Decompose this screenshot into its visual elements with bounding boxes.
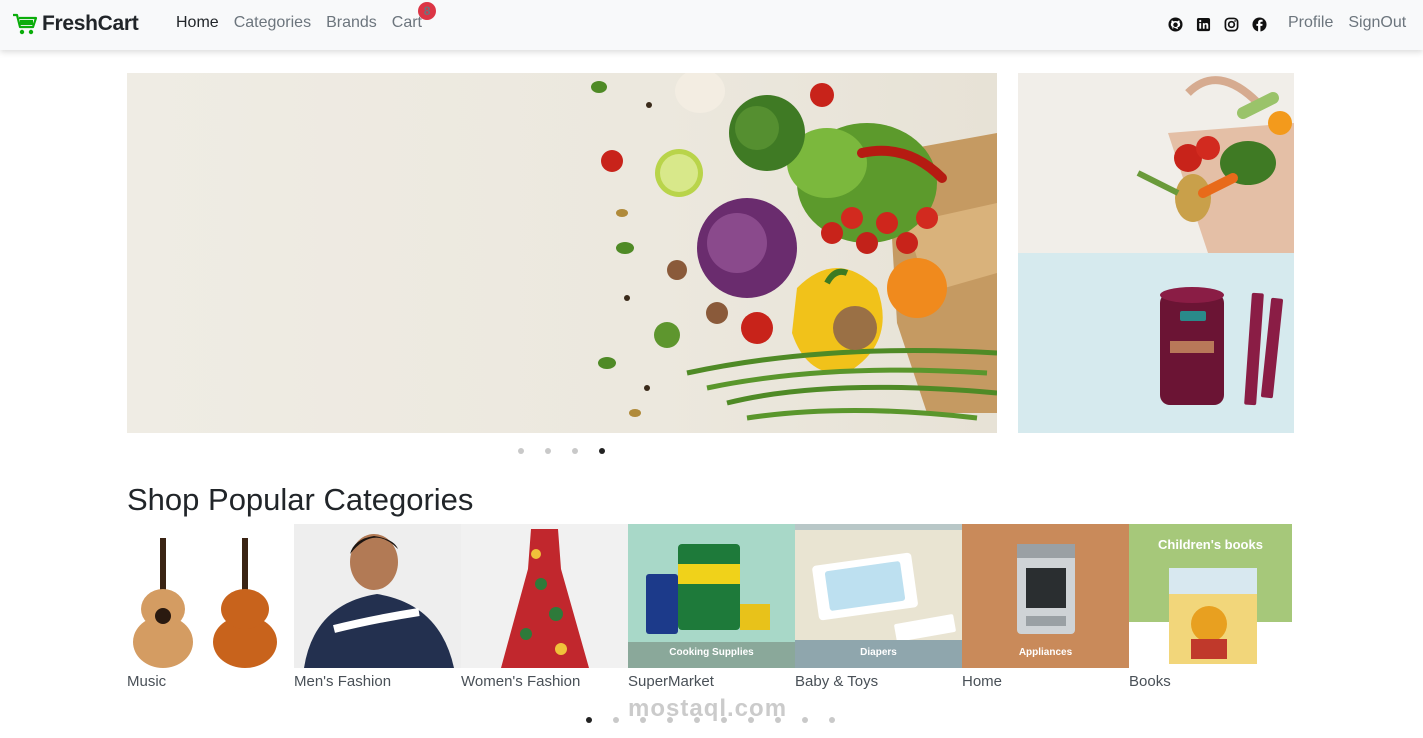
hero-slider-image[interactable] bbox=[127, 73, 997, 433]
nav-profile[interactable]: Profile bbox=[1288, 14, 1333, 32]
category-label: Books bbox=[1129, 673, 1171, 690]
vegetables-illustration bbox=[591, 73, 997, 421]
slide-dot[interactable] bbox=[829, 717, 835, 723]
category-label: Women's Fashion bbox=[461, 673, 581, 690]
category-image-womens-fashion bbox=[461, 524, 628, 668]
slide-dot[interactable] bbox=[802, 717, 808, 723]
navbar: FreshCart Home Categories Brands Cart 8 … bbox=[0, 0, 1423, 50]
category-card[interactable]: Men's Fashion bbox=[294, 524, 461, 690]
brand-name: FreshCart bbox=[42, 12, 139, 35]
slide-dot-active[interactable] bbox=[586, 717, 592, 723]
instagram-icon[interactable] bbox=[1224, 17, 1239, 32]
category-image-caption: Diapers bbox=[860, 647, 897, 658]
github-icon[interactable] bbox=[1168, 17, 1183, 32]
category-label: Home bbox=[962, 673, 1003, 690]
category-label: Baby & Toys bbox=[795, 673, 879, 690]
category-card[interactable]: Music bbox=[127, 524, 294, 690]
grocery-bag-illustration bbox=[1136, 76, 1294, 253]
wafer-rolls-illustration bbox=[1160, 287, 1283, 406]
nav-categories[interactable]: Categories bbox=[234, 14, 311, 32]
slide-dot[interactable] bbox=[518, 448, 524, 454]
social-links bbox=[1168, 17, 1267, 32]
promo-image-wafer-rolls[interactable] bbox=[1018, 253, 1294, 433]
category-label: SuperMarket bbox=[628, 673, 714, 690]
slide-dot[interactable] bbox=[545, 448, 551, 454]
nav-brands[interactable]: Brands bbox=[326, 14, 377, 32]
category-label: Men's Fashion bbox=[294, 673, 392, 690]
category-image-baby-toys: Diapers bbox=[795, 524, 962, 668]
category-card[interactable]: Cooking Supplies SuperMarket bbox=[628, 524, 795, 690]
category-card[interactable]: Appliances Home bbox=[962, 524, 1129, 690]
brand-logo[interactable]: FreshCart bbox=[12, 12, 139, 36]
watermark: mostaql.com bbox=[628, 695, 788, 722]
slide-dot[interactable] bbox=[572, 448, 578, 454]
cart-logo-icon bbox=[13, 13, 38, 35]
category-image-mens-fashion bbox=[294, 524, 461, 668]
account-nav: Profile SignOut bbox=[1288, 14, 1406, 32]
main-nav: Home Categories Brands Cart 8 bbox=[176, 2, 437, 32]
hero-slider-dots bbox=[518, 448, 605, 454]
category-image-caption: Appliances bbox=[1018, 647, 1073, 658]
linkedin-icon[interactable] bbox=[1196, 17, 1211, 32]
category-image-supermarket: Cooking Supplies bbox=[628, 524, 795, 668]
category-card[interactable]: Diapers Baby & Toys bbox=[795, 524, 962, 690]
category-label: Music bbox=[127, 673, 167, 690]
nav-signout[interactable]: SignOut bbox=[1348, 14, 1406, 32]
category-card[interactable]: Children's books Books bbox=[1129, 524, 1292, 690]
category-image-home: Appliances bbox=[962, 524, 1129, 668]
slide-dot-active[interactable] bbox=[599, 448, 605, 454]
facebook-icon[interactable] bbox=[1252, 17, 1267, 32]
category-card[interactable]: Women's Fashion bbox=[461, 524, 628, 690]
category-image-caption: Cooking Supplies bbox=[669, 647, 754, 658]
promo-image-grocery-bag[interactable] bbox=[1018, 73, 1294, 253]
slide-dot[interactable] bbox=[613, 717, 619, 723]
categories-slider: Music Men's Fashion Women's Fashion Cook… bbox=[127, 524, 1294, 690]
category-image-books: Children's books bbox=[1129, 524, 1292, 668]
nav-cart-label: Cart bbox=[391, 14, 422, 31]
section-title: Shop Popular Categories bbox=[127, 482, 474, 517]
nav-cart[interactable]: Cart 8 bbox=[391, 2, 437, 32]
cart-count-badge: 8 bbox=[417, 2, 437, 20]
category-image-music bbox=[127, 524, 294, 668]
nav-home[interactable]: Home bbox=[176, 14, 219, 32]
